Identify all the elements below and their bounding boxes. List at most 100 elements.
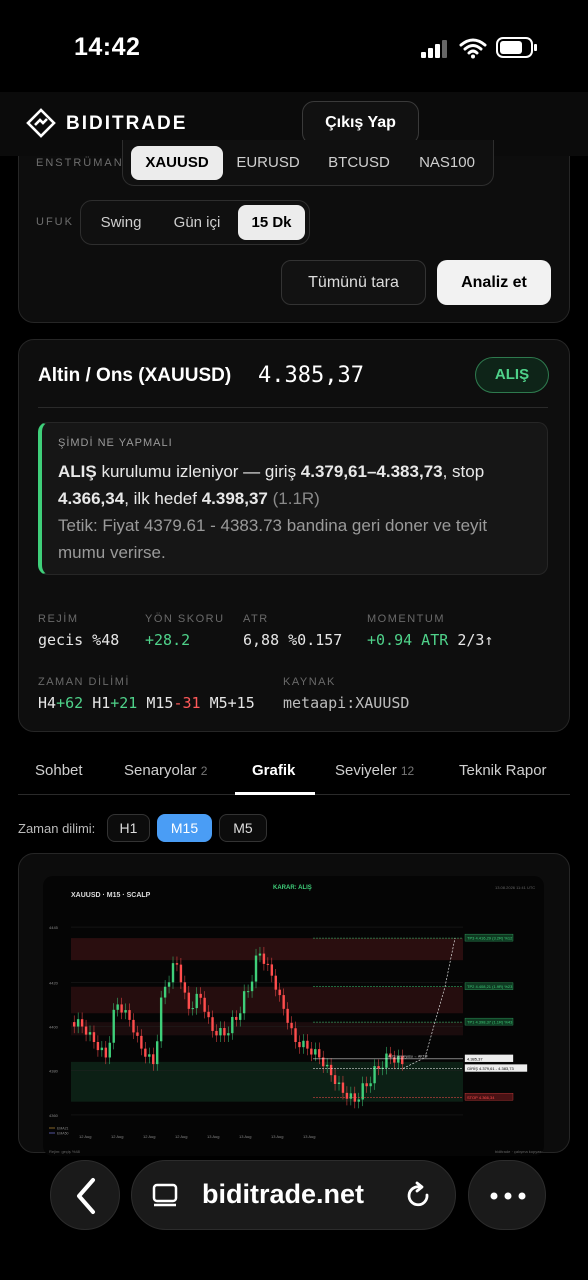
momentum-extra: 2/3↑ xyxy=(457,631,494,649)
address-bar[interactable]: biditrade.net xyxy=(131,1160,456,1230)
tf-button-m15[interactable]: M15 xyxy=(157,814,212,842)
candle-body xyxy=(306,1040,309,1049)
instrument-option-btcusd[interactable]: BTCUSD xyxy=(318,146,400,180)
reload-icon[interactable] xyxy=(404,1181,434,1211)
tab-seviyeler[interactable]: Seviyeler 12 xyxy=(335,762,414,779)
candle-body xyxy=(262,953,266,964)
y-tick-label: 4380 xyxy=(49,1069,59,1074)
instrument-label: ENSTRÜMAN xyxy=(36,157,124,169)
candle-body xyxy=(120,1004,123,1013)
recommendation-label: ŞİMDİ NE YAPMALI xyxy=(58,437,173,449)
candle-body xyxy=(325,1064,329,1067)
x-tick-label: 12 Aug xyxy=(175,1134,187,1139)
level-tag-tp1: TP1 4.398,37 (1.1R) %43 xyxy=(467,1020,513,1025)
rec-trigger: Tetik: Fiyat 4379.61 - 4383.73 bandina g… xyxy=(58,516,488,562)
tab-senaryolar[interactable]: Senaryolar 2 xyxy=(124,762,207,779)
candle-body xyxy=(219,1028,222,1036)
candle-body xyxy=(239,1013,242,1020)
candle-body xyxy=(235,1016,238,1020)
candle-body xyxy=(302,1040,305,1048)
signal-badge: ALIŞ xyxy=(475,357,549,393)
current-price: 4.385,37 xyxy=(258,363,364,388)
url-text: biditrade.net xyxy=(202,1179,365,1209)
back-button[interactable] xyxy=(50,1160,120,1230)
rec-stop: 4.366,34 xyxy=(58,489,125,508)
chevron-left-icon xyxy=(77,1178,95,1214)
chart-header-center: KARAR: ALIŞ xyxy=(273,885,312,891)
recommendation-text: ALIŞ kurulumu izleniyor — giriş 4.379,61… xyxy=(58,458,534,566)
resistance-zone xyxy=(71,938,463,961)
candle-body xyxy=(187,992,191,1009)
price-chart: XAUUSD · M15 · SCALP KARAR: ALIŞ 13.08.2… xyxy=(49,885,543,1154)
horizon-option-15m[interactable]: 15 Dk xyxy=(238,205,305,240)
rec-text: kurulumu izleniyor — giriş xyxy=(96,462,301,481)
candle-body xyxy=(76,1019,80,1027)
candle-body xyxy=(124,1010,127,1013)
legend-label: EMA21 xyxy=(57,1127,69,1131)
candle-body xyxy=(156,1041,159,1065)
rec-target: 4.398,37 xyxy=(201,489,268,508)
logo-icon xyxy=(26,108,56,138)
rec-action: ALIŞ xyxy=(58,462,97,481)
level-tag-tp3: TP3 4.416,29 (3.2R) %12 xyxy=(467,936,513,941)
tab-grafik[interactable]: Grafik xyxy=(252,762,295,779)
candle-body xyxy=(171,963,175,983)
tf-button-m5[interactable]: M5 xyxy=(219,814,267,842)
candle-body xyxy=(191,1008,194,1010)
tf-m15-value: -31 xyxy=(173,694,201,712)
more-button[interactable] xyxy=(468,1160,546,1230)
tf-h4-value: +62 xyxy=(56,694,84,712)
timeframe-value: H4+62 H1+21 M15-31 M5+15 xyxy=(38,694,255,712)
chart-header-left: XAUUSD · M15 · SCALP xyxy=(71,892,151,899)
tf-m15: M15 xyxy=(146,694,174,712)
candle-body xyxy=(207,1011,210,1018)
candle-body xyxy=(148,1054,151,1057)
candle-body xyxy=(152,1054,155,1065)
candle-body xyxy=(298,1042,301,1048)
candle-body xyxy=(215,1030,218,1036)
tf-button-h1[interactable]: H1 xyxy=(107,814,150,842)
y-tick-label: 4360 xyxy=(49,1113,59,1118)
instrument-option-eurusd[interactable]: EURUSD xyxy=(228,146,308,180)
tf-label: Zaman dilimi: xyxy=(18,821,96,836)
tf-h1: H1 xyxy=(92,694,111,712)
x-tick-label: 13 Aug xyxy=(239,1134,251,1139)
chart-footer-right: biditrade · çalışma kopyası xyxy=(495,1149,543,1154)
candle-body xyxy=(349,1093,353,1099)
source-label: KAYNAK xyxy=(283,676,336,688)
tab-count: 2 xyxy=(200,764,208,778)
scan-all-button[interactable]: Tümünü tara xyxy=(281,260,426,305)
more-icon xyxy=(490,1192,526,1200)
rec-stop-text: , stop xyxy=(442,462,485,481)
rec-entry: 4.379,61–4.383,73 xyxy=(300,462,443,481)
level-tag-entry: GİRİŞ 4.379,61 - 4.383,73 xyxy=(467,1066,514,1071)
logout-button[interactable]: Çıkış Yap xyxy=(302,101,419,145)
candle-body xyxy=(104,1047,108,1058)
instrument-option-xauusd[interactable]: XAUUSD xyxy=(131,146,223,180)
chart-footer-left: Rejim: geçiş %48 xyxy=(49,1149,81,1154)
candle-body xyxy=(278,989,281,996)
tab-sohbet[interactable]: Sohbet xyxy=(35,762,83,779)
instrument-option-nas100[interactable]: NAS100 xyxy=(408,146,486,180)
atr-value: 6,88 %0.157 xyxy=(243,631,343,649)
candle-body xyxy=(337,1082,341,1084)
candle-body xyxy=(175,963,179,965)
candle-body xyxy=(365,1083,368,1087)
y-tick-label: 4400 xyxy=(49,1025,59,1030)
candle-body xyxy=(286,1008,289,1023)
candle-body xyxy=(274,975,277,990)
signal-icon xyxy=(421,40,449,58)
regime-value: gecis %48 xyxy=(38,631,120,649)
tab-teknik-rapor[interactable]: Teknik Rapor xyxy=(459,762,547,779)
candle-body xyxy=(310,1048,313,1055)
source-value: metaapi:XAUUSD xyxy=(283,694,410,712)
y-tick-label: 4420 xyxy=(49,980,59,985)
regime-label: REJİM xyxy=(38,613,79,625)
horizon-option-intraday[interactable]: Gün içi xyxy=(160,205,234,240)
rec-rr: (1.1R) xyxy=(272,489,320,508)
level-tag-stop: STOP 4.366,34 xyxy=(467,1095,495,1100)
rec-target-text: , ilk hedef xyxy=(124,489,202,508)
horizon-option-swing[interactable]: Swing xyxy=(88,205,154,240)
tf-m5: M5 xyxy=(209,694,228,712)
analyze-button[interactable]: Analiz et xyxy=(437,260,551,305)
